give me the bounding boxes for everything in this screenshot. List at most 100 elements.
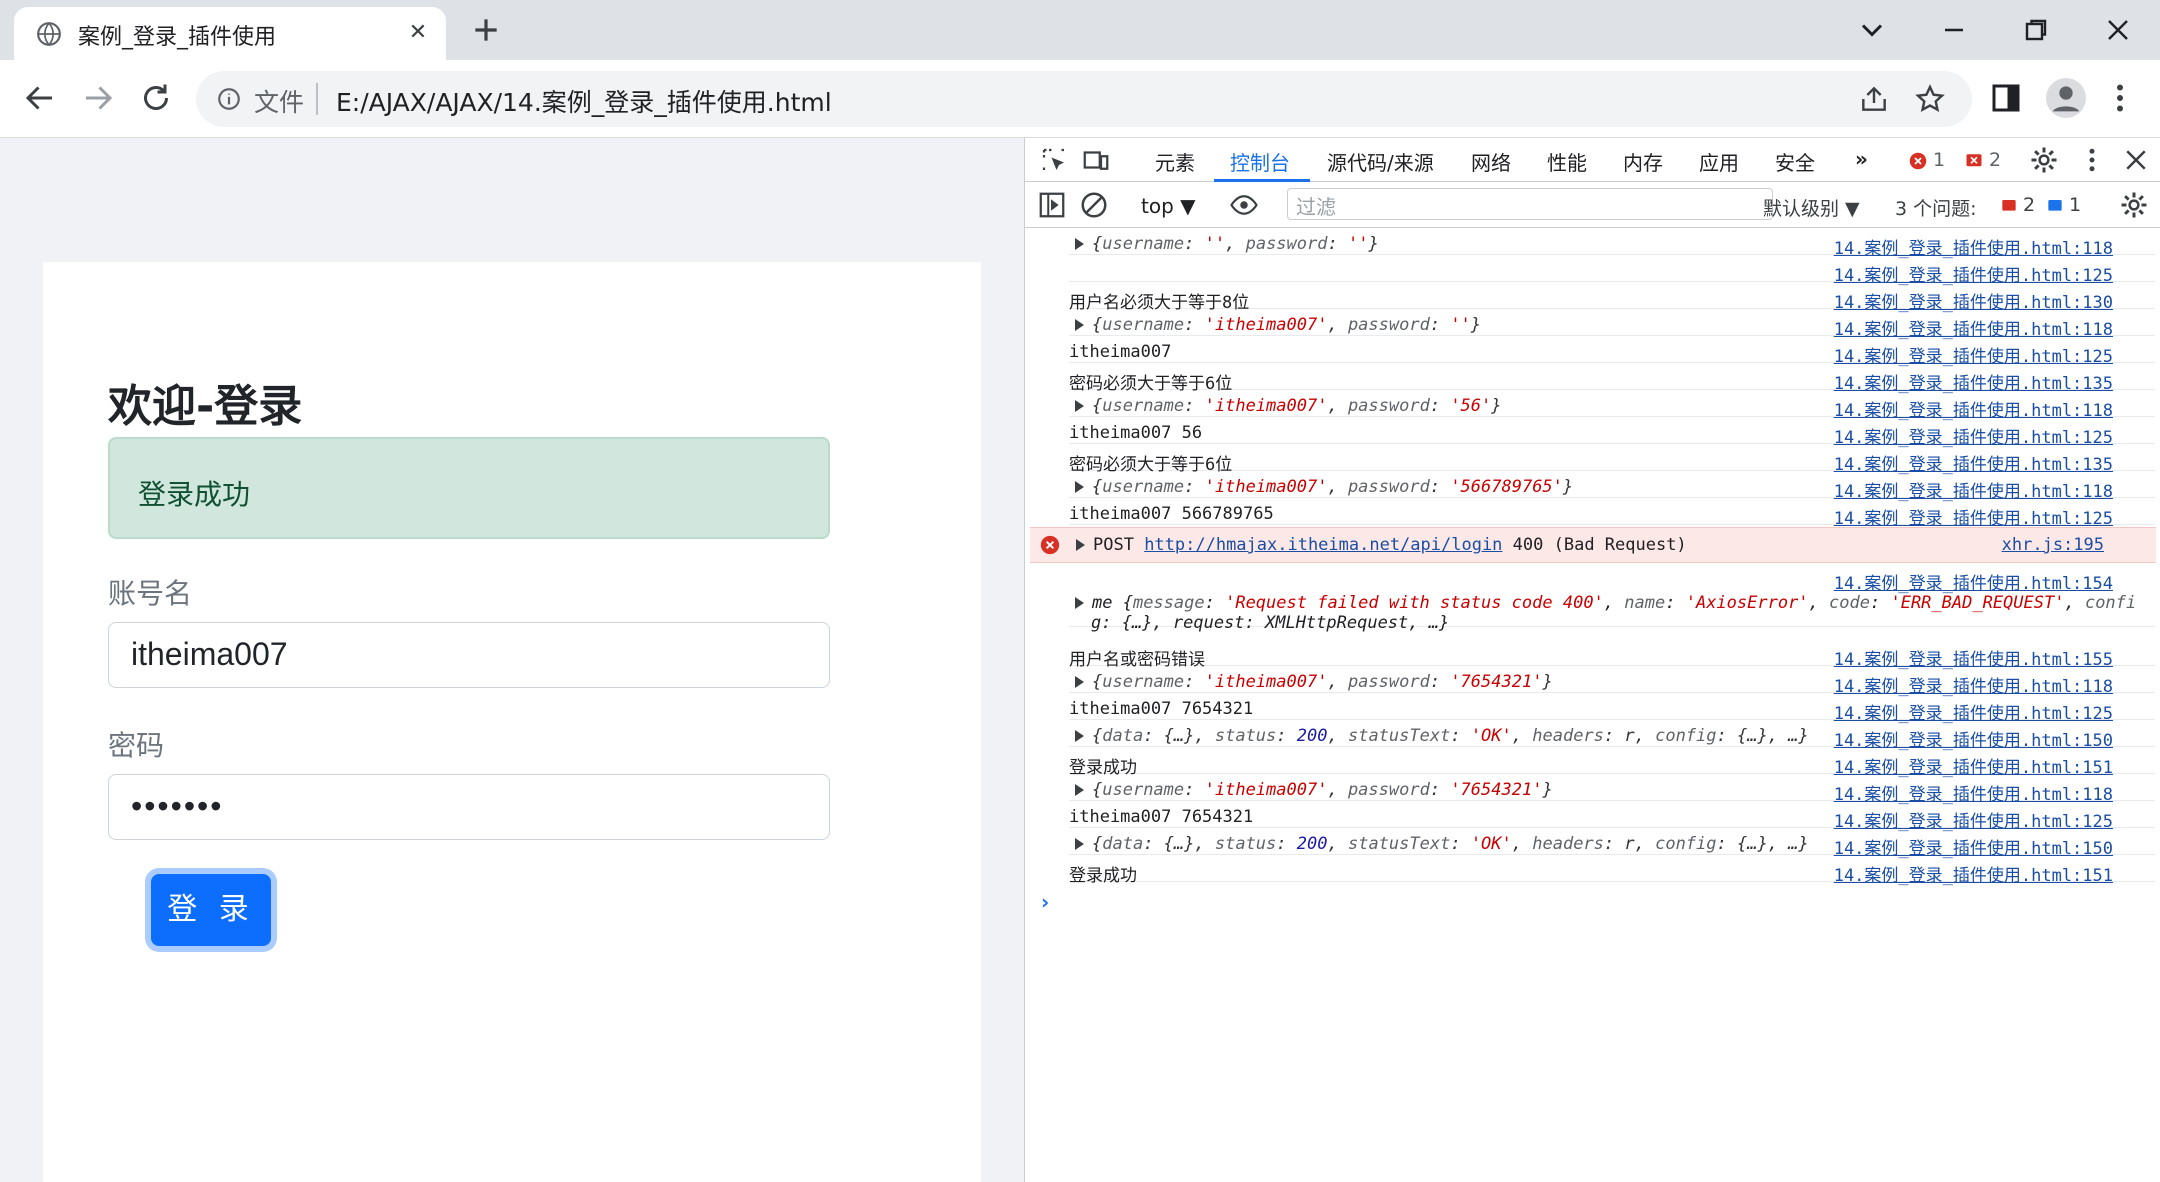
browser-tab[interactable]: 案例_登录_插件使用 ✕	[14, 7, 446, 60]
expand-triangle-icon[interactable]	[1075, 784, 1084, 796]
forward-icon[interactable]	[80, 80, 116, 116]
tab-console[interactable]: 控制台	[1230, 147, 1290, 176]
tab-memory[interactable]: 内存	[1623, 147, 1663, 176]
reload-icon[interactable]	[138, 80, 174, 116]
log-levels-dropdown[interactable]: 默认级别 ▼	[1763, 194, 1860, 221]
close-window-icon[interactable]	[2100, 12, 2136, 48]
bookmark-star-icon[interactable]	[1914, 83, 1946, 115]
live-expression-eye-icon[interactable]	[1229, 190, 1259, 220]
devtools-menu-icon[interactable]	[2077, 145, 2107, 175]
profile-avatar-icon[interactable]	[2046, 78, 2086, 118]
issues-errors[interactable]: 2	[2001, 194, 2035, 216]
object-value: 'itheima007'	[1204, 396, 1328, 416]
console-message-text[interactable]: {username: 'itheima007', password: '56'}	[1069, 396, 1502, 416]
expand-triangle-icon[interactable]	[1076, 539, 1085, 551]
minimize-icon[interactable]	[1936, 12, 1972, 48]
device-toolbar-icon[interactable]	[1081, 145, 1111, 175]
object-key: username	[1102, 234, 1185, 254]
url-text[interactable]: E:/AJAX/AJAX/14.案例_登录_插件使用.html	[336, 83, 832, 119]
console-message-text[interactable]: {username: 'itheima007', password: ''}	[1069, 315, 1481, 335]
sidebar-toggle-icon[interactable]	[1037, 190, 1067, 220]
expand-triangle-icon[interactable]	[1075, 238, 1084, 250]
source-link[interactable]: xhr.js:195	[2002, 535, 2104, 555]
tab-performance[interactable]: 性能	[1547, 147, 1587, 176]
expand-triangle-icon[interactable]	[1075, 730, 1084, 742]
source-link[interactable]: 14.案例_登录_插件使用.html:154	[1834, 569, 2113, 594]
page-title: 欢迎-登录	[108, 381, 303, 432]
console-prompt-icon[interactable]: ›	[1041, 890, 1049, 914]
share-icon[interactable]	[1858, 83, 1890, 115]
logged-object[interactable]: {username: 'itheima007', password: '7654…	[1092, 780, 1553, 800]
error-count-badge[interactable]: 1	[1909, 149, 1945, 171]
issues-error-count: 2	[2023, 194, 2036, 216]
source-link[interactable]: 14.案例_登录_插件使用.html:151	[1834, 861, 2113, 886]
context-select[interactable]: top ▼	[1141, 194, 1196, 218]
object-value: 'OK'	[1470, 834, 1512, 854]
close-devtools-icon[interactable]	[2121, 145, 2151, 175]
close-tab-icon[interactable]: ✕	[404, 19, 432, 47]
expand-triangle-icon[interactable]	[1075, 597, 1084, 609]
globe-icon	[37, 22, 61, 46]
error-icon	[1909, 152, 1927, 169]
logged-response-object[interactable]: {data: {…}, status: 200, statusText: 'OK…	[1092, 726, 1809, 746]
object-value: 'ERR_BAD_REQUEST'	[1890, 593, 2065, 613]
settings-gear-icon[interactable]	[2029, 145, 2059, 175]
tab-application[interactable]: 应用	[1699, 147, 1739, 176]
logged-response-object[interactable]: {data: {…}, status: 200, statusText: 'OK…	[1092, 834, 1809, 854]
console-message: itheima007 7654321 14.案例_登录_插件使用.html:125	[1069, 693, 2155, 724]
logged-object[interactable]: {username: 'itheima007', password: '5667…	[1092, 477, 1573, 497]
console-message-text[interactable]: {data: {…}, status: 200, statusText: 'OK…	[1069, 834, 1809, 854]
tab-network[interactable]: 网络	[1471, 147, 1511, 176]
issue-info-icon	[2048, 199, 2062, 211]
console-message-text[interactable]: {username: '', password: ''}	[1069, 234, 1379, 254]
logged-object[interactable]: {username: '', password: ''}	[1092, 234, 1379, 254]
issue-flag-icon	[1966, 153, 1982, 166]
console-filter-input[interactable]: 过滤	[1287, 188, 1773, 220]
expand-triangle-icon[interactable]	[1075, 481, 1084, 493]
console-message-text[interactable]: {username: 'itheima007', password: '7654…	[1069, 672, 1553, 692]
inspect-element-icon[interactable]	[1039, 145, 1069, 175]
alert-message: 登录成功	[138, 478, 251, 511]
console-message-text[interactable]: {username: 'itheima007', password: '5667…	[1069, 477, 1573, 497]
logged-object[interactable]: {username: 'itheima007', password: '7654…	[1092, 672, 1553, 692]
object-key: statusText	[1347, 726, 1451, 746]
side-panel-icon[interactable]	[1988, 80, 2024, 116]
expand-triangle-icon[interactable]	[1075, 400, 1084, 412]
back-icon[interactable]	[22, 80, 58, 116]
logged-object[interactable]: {username: 'itheima007', password: '56'}	[1092, 396, 1502, 416]
tab-sources[interactable]: 源代码/来源	[1327, 147, 1434, 176]
expand-triangle-icon[interactable]	[1075, 319, 1084, 331]
object-key: headers	[1532, 834, 1604, 854]
warning-count-badge[interactable]: 2	[1965, 149, 2001, 171]
warning-count: 2	[1989, 149, 2002, 171]
restore-icon[interactable]	[2018, 12, 2054, 48]
menu-kebab-icon[interactable]	[2102, 80, 2138, 116]
issues-info[interactable]: 1	[2047, 194, 2081, 216]
login-button[interactable]: 登 录	[151, 874, 271, 946]
object-key: data	[1102, 834, 1144, 854]
console-message-text[interactable]: {data: {…}, status: 200, statusText: 'OK…	[1069, 726, 1809, 746]
info-icon[interactable]	[216, 86, 242, 112]
console-settings-icon[interactable]	[2119, 190, 2149, 220]
address-bar[interactable]: 文件 E:/AJAX/AJAX/14.案例_登录_插件使用.html	[196, 71, 1972, 127]
clear-console-icon[interactable]	[1079, 190, 1109, 220]
axios-error-object-cont: g: {…}, request: XMLHttpRequest, …}	[1091, 613, 1450, 633]
tab-security[interactable]: 安全	[1775, 147, 1815, 176]
more-tabs-icon[interactable]: »	[1855, 147, 1868, 171]
error-text[interactable]: POST http://hmajax.itheima.net/api/login…	[1070, 535, 1687, 555]
new-tab-icon[interactable]	[470, 14, 502, 46]
request-url-link[interactable]: http://hmajax.itheima.net/api/login	[1144, 535, 1502, 555]
username-input[interactable]: itheima007	[108, 622, 830, 688]
console-message: {data: {…}, status: 200, statusText: 'OK…	[1069, 720, 2155, 751]
password-input[interactable]: •••••••	[108, 774, 830, 840]
tab-search-icon[interactable]	[1854, 12, 1890, 48]
object-key: password	[1347, 780, 1430, 800]
expand-triangle-icon[interactable]	[1075, 838, 1084, 850]
expand-triangle-icon[interactable]	[1075, 676, 1084, 688]
logged-object[interactable]: {username: 'itheima007', password: ''}	[1092, 315, 1481, 335]
source-link[interactable]: 14.案例_登录_插件使用.html:125	[1834, 504, 2113, 529]
object-value: '566789765'	[1450, 477, 1563, 497]
axios-error-object[interactable]: me {message: 'Request failed with status…	[1069, 593, 2136, 613]
tab-elements[interactable]: 元素	[1155, 147, 1195, 176]
console-message-text[interactable]: {username: 'itheima007', password: '7654…	[1069, 780, 1553, 800]
